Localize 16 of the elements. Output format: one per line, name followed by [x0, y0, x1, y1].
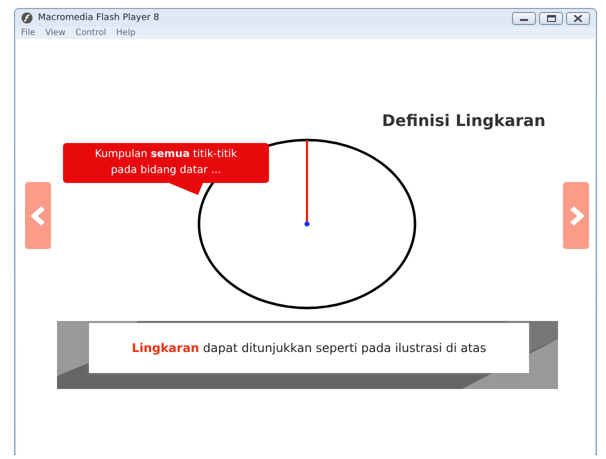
menu-item[interactable]: File	[21, 28, 36, 38]
chevron-left-icon	[30, 206, 46, 226]
slide-title: Definisi Lingkaran	[382, 111, 546, 130]
close-button[interactable]	[566, 12, 590, 24]
minimize-button[interactable]	[512, 12, 536, 24]
menu-item[interactable]: View	[45, 28, 66, 38]
close-icon	[574, 14, 582, 22]
window-icon	[546, 14, 556, 22]
app-logo-icon	[21, 12, 33, 24]
chevron-right-icon	[568, 206, 584, 226]
maximize-button[interactable]	[539, 12, 563, 24]
menu-item[interactable]: Control	[75, 28, 106, 38]
window-title: Macromedia Flash Player 8	[38, 13, 160, 23]
callout-text: Kumpulan semua titik-titik pada bidang datar ...	[94, 147, 238, 178]
caption-text: Lingkaran dapat ditunjukkan seperti pada ilustrasi di atas	[132, 341, 486, 355]
menu-item[interactable]: Help	[116, 28, 136, 38]
